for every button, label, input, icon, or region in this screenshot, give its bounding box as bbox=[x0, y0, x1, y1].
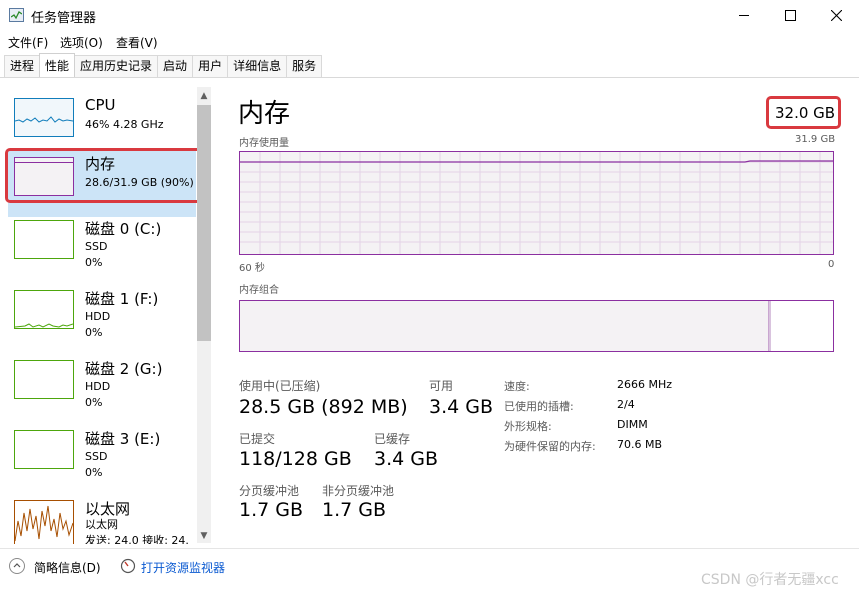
sidebar-item-ethernet[interactable]: 以太网 以太网 发送: 24.0 接收: 24. bbox=[8, 492, 196, 544]
sidebar-item-usage: 0% bbox=[85, 256, 103, 269]
tab-users[interactable]: 用户 bbox=[192, 55, 229, 77]
committed-value: 118/128 GB bbox=[239, 448, 352, 470]
page-title: 内存 bbox=[238, 99, 291, 129]
sidebar-item-name: 磁盘 3 (E:) bbox=[85, 430, 161, 448]
tab-strip: 进程 性能 应用历史记录 启动 用户 详细信息 服务 bbox=[4, 53, 323, 77]
disk-mini-graph bbox=[14, 360, 74, 399]
close-button[interactable] bbox=[813, 0, 859, 30]
sidebar-scroll-thumb[interactable] bbox=[197, 105, 211, 341]
sidebar-item-detail: 以太网 bbox=[85, 518, 118, 531]
spec-form-factor-label: 外形规格: bbox=[504, 420, 552, 433]
disk-mini-graph bbox=[14, 430, 74, 469]
usage-line bbox=[240, 160, 833, 163]
footer-divider bbox=[0, 548, 859, 549]
in-use-value: 28.5 GB (892 MB) bbox=[239, 396, 408, 418]
sidebar-item-usage: 0% bbox=[85, 396, 103, 409]
disk-mini-graph bbox=[14, 290, 74, 329]
time-axis-left: 60 秒 bbox=[239, 263, 265, 274]
sidebar-item-usage: 0% bbox=[85, 466, 103, 479]
spec-form-factor-value: DIMM bbox=[617, 418, 648, 431]
composition-modified-segment bbox=[769, 301, 771, 351]
in-use-label: 使用中(已压缩) bbox=[239, 379, 321, 393]
memory-usage-graph bbox=[239, 151, 834, 255]
menu-options[interactable]: 选项(O) bbox=[60, 34, 103, 51]
cached-label: 已缓存 bbox=[374, 432, 411, 446]
minimize-button[interactable] bbox=[721, 0, 767, 30]
sidebar-item-usage: 0% bbox=[85, 326, 103, 339]
task-manager-app-icon bbox=[9, 8, 24, 22]
spec-speed-value: 2666 MHz bbox=[617, 378, 673, 391]
sidebar-item-detail: SSD bbox=[85, 450, 108, 463]
usage-graph-max: 31.9 GB bbox=[795, 134, 836, 145]
cpu-mini-graph bbox=[14, 98, 74, 137]
fewer-details-button[interactable]: 简略信息(D) bbox=[34, 559, 101, 576]
ethernet-mini-graph bbox=[14, 500, 74, 544]
available-value: 3.4 GB bbox=[429, 396, 494, 418]
sidebar-item-disk-2[interactable]: 磁盘 2 (G:) HDD 0% bbox=[8, 352, 196, 418]
time-axis-right: 0 bbox=[828, 259, 835, 270]
available-label: 可用 bbox=[429, 379, 454, 393]
tab-details[interactable]: 详细信息 bbox=[227, 55, 288, 77]
spec-reserved-value: 70.6 MB bbox=[617, 438, 663, 451]
sidebar-item-detail: HDD bbox=[85, 380, 111, 393]
disk-mini-graph bbox=[14, 220, 74, 259]
paged-pool-label: 分页缓冲池 bbox=[239, 484, 300, 498]
tab-app-history[interactable]: 应用历史记录 bbox=[74, 55, 159, 77]
sidebar-item-cpu[interactable]: CPU 46% 4.28 GHz bbox=[8, 90, 196, 156]
sidebar-item-name: CPU bbox=[85, 96, 116, 114]
maximize-button[interactable] bbox=[767, 0, 813, 30]
memory-composition-bar[interactable] bbox=[239, 300, 834, 352]
sidebar-item-name: 磁盘 1 (F:) bbox=[85, 290, 159, 308]
close-icon bbox=[830, 9, 842, 21]
tab-services[interactable]: 服务 bbox=[286, 55, 323, 77]
committed-label: 已提交 bbox=[239, 432, 276, 446]
tab-processes[interactable]: 进程 bbox=[4, 55, 41, 77]
tab-startup[interactable]: 启动 bbox=[157, 55, 194, 77]
usage-graph-label: 内存使用量 bbox=[239, 138, 289, 149]
sidebar-item-detail: 46% 4.28 GHz bbox=[85, 118, 164, 131]
menu-file[interactable]: 文件(F) bbox=[8, 34, 48, 51]
paged-pool-value: 1.7 GB bbox=[239, 499, 304, 521]
composition-in-use-segment bbox=[240, 301, 769, 351]
sidebar-item-name: 磁盘 0 (C:) bbox=[85, 220, 162, 238]
sidebar-item-disk-3[interactable]: 磁盘 3 (E:) SSD 0% bbox=[8, 422, 196, 488]
tab-performance[interactable]: 性能 bbox=[39, 53, 76, 77]
window-title: 任务管理器 bbox=[31, 11, 97, 26]
cached-value: 3.4 GB bbox=[374, 448, 439, 470]
scroll-down-arrow-icon[interactable]: ▼ bbox=[197, 529, 211, 543]
minimize-icon bbox=[739, 14, 749, 16]
nonpaged-pool-value: 1.7 GB bbox=[322, 499, 387, 521]
spec-slots-label: 已使用的插槽: bbox=[504, 400, 574, 413]
maximize-icon bbox=[784, 9, 796, 21]
scroll-up-arrow-icon[interactable]: ▲ bbox=[197, 89, 211, 103]
open-resource-monitor-link[interactable]: 打开资源监视器 bbox=[141, 559, 225, 576]
spec-speed-label: 速度: bbox=[504, 380, 530, 393]
sidebar-item-disk-1[interactable]: 磁盘 1 (F:) HDD 0% bbox=[8, 282, 196, 348]
sidebar-item-detail: HDD bbox=[85, 310, 111, 323]
highlight-box-total bbox=[766, 96, 841, 129]
sidebar-item-detail: SSD bbox=[85, 240, 108, 253]
spec-reserved-label: 为硬件保留的内存: bbox=[504, 440, 596, 453]
watermark: CSDN @行者无疆xcc bbox=[701, 572, 839, 588]
highlight-box-memory bbox=[5, 148, 203, 203]
sidebar-item-name: 磁盘 2 (G:) bbox=[85, 360, 163, 378]
nonpaged-pool-label: 非分页缓冲池 bbox=[322, 484, 395, 498]
resource-monitor-icon bbox=[120, 558, 136, 574]
composition-label: 内存组合 bbox=[239, 285, 279, 296]
menu-view[interactable]: 查看(V) bbox=[116, 34, 158, 51]
collapse-chevron-icon[interactable] bbox=[9, 558, 25, 574]
sidebar-item-throughput: 发送: 24.0 接收: 24. bbox=[85, 534, 189, 544]
spec-slots-value: 2/4 bbox=[617, 398, 635, 411]
sidebar-item-disk-0[interactable]: 磁盘 0 (C:) SSD 0% bbox=[8, 212, 196, 278]
